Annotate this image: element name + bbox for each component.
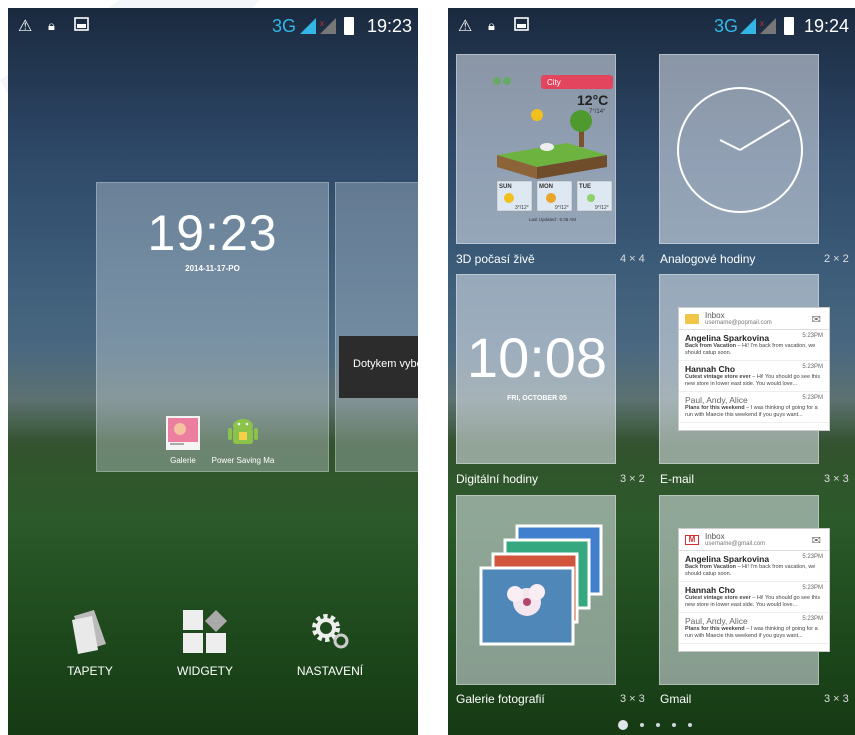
page-indicator[interactable] <box>618 720 692 730</box>
widget-name: Galerie fotografií <box>456 692 545 706</box>
widget-size: 2 × 2 <box>824 253 849 265</box>
settings-label: NASTAVENÍ <box>296 664 364 678</box>
settings-icon <box>270 608 390 656</box>
email-row: Paul, Andy, Alice 5:23PM Plans for this w… <box>679 392 829 423</box>
widget-name: Digitální hodiny <box>456 472 539 486</box>
app-label: Power Saving Ma <box>211 456 275 465</box>
inbox-label: Inbox <box>705 532 725 541</box>
forecast-day: SUN <box>499 184 512 190</box>
widgets-icon <box>145 608 265 656</box>
signal-sim2-icon: x <box>320 18 336 34</box>
lock-icon: 🔒︎ <box>48 18 55 33</box>
compose-icon: ✉ <box>811 535 821 547</box>
page-dot[interactable] <box>618 720 628 730</box>
widget-preview-analog-clock[interactable] <box>659 54 819 244</box>
page-dot[interactable] <box>656 723 660 727</box>
widget-name: 3D počasí živě <box>456 252 535 266</box>
inbox-label: Inbox <box>705 311 725 320</box>
widget-preview-digital-clock[interactable]: 10:08 FRI, OCTOBER 05 <box>456 274 616 464</box>
email-row: Hannah Cho 5:23PM Cutest vintage store ev… <box>679 361 829 392</box>
weather-temp: 12°C <box>577 92 608 108</box>
hint-toast: Dotykem vyberte <box>339 336 418 398</box>
status-time: 19:24 <box>803 16 849 36</box>
network-type: 3G <box>714 16 739 36</box>
forecast-range: 9°/12° <box>555 205 569 211</box>
gmail-icon: M <box>685 535 699 545</box>
battery-icon <box>344 17 354 35</box>
app-shortcut-power-saving[interactable]: Power Saving Ma <box>203 416 283 465</box>
widget-name: Gmail <box>660 692 692 706</box>
forecast-range: 3°/12° <box>515 205 529 211</box>
home-edit-screen: ⚠ 🔒︎ 3G x 19:23 19:23 2014-11-17-PO Doty… <box>8 8 418 735</box>
email-row: Angelina Sparkovina 5:23PM Back from Vaca… <box>679 551 829 582</box>
digital-clock-date: FRI, OCTOBER 05 <box>507 395 567 402</box>
email-row: Angelina Sparkovina 5:23PM Back from Vaca… <box>679 330 829 361</box>
email-header: Inbox username@popmail.com ✉ <box>679 308 829 330</box>
page-dot[interactable] <box>640 723 644 727</box>
network-type: 3G <box>272 16 297 36</box>
signal-sim2-icon: x <box>760 18 776 34</box>
widget-name: Analogové hodiny <box>660 252 756 266</box>
gmail-header: M Inbox username@gmail.com ✉ <box>679 529 829 551</box>
weather-range: 7°/14° <box>589 109 606 115</box>
photo-stack-icon <box>479 524 603 646</box>
battery-icon <box>784 17 794 35</box>
forecast-day: TUE <box>579 184 591 190</box>
widgets-picker-screen: ⚠ 🔒︎ 3G x 19:24 City 12°C 7°/14° SUN MON… <box>448 8 855 735</box>
digital-clock-time: 10:08 <box>466 326 608 389</box>
widget-preview-email[interactable]: Inbox username@popmail.com ✉ Angelina Sp… <box>659 274 830 464</box>
widgets-button[interactable]: WIDGETY <box>145 608 265 678</box>
inbox-account: username@gmail.com <box>705 541 766 547</box>
image-notification-icon <box>514 16 530 37</box>
wallpapers-button[interactable]: TAPETY <box>30 608 150 678</box>
inbox-account: username@popmail.com <box>705 320 772 326</box>
page-dot[interactable] <box>688 723 692 727</box>
image-notification-icon <box>74 16 90 37</box>
gmail-widget-card: M Inbox username@gmail.com ✉ Angelina Sp… <box>678 528 830 652</box>
widget-size: 3 × 3 <box>620 693 645 705</box>
weather-widget-preview: City 12°C 7°/14° SUN MON TUE 3°/12° 9°/1… <box>493 75 613 222</box>
wallpaper-icon <box>30 608 150 656</box>
svg-text:x: x <box>320 19 324 28</box>
forecast-day: MON <box>539 184 553 190</box>
signal-icon <box>740 18 756 34</box>
lock-icon: 🔒︎ <box>488 18 495 33</box>
svg-text:x: x <box>760 19 764 28</box>
status-time: 19:23 <box>366 16 412 36</box>
widget-name: E-mail <box>660 472 695 486</box>
compose-icon: ✉ <box>811 314 821 326</box>
status-bar: ⚠ 🔒︎ 3G x 19:24 <box>448 8 855 44</box>
widget-size: 3 × 3 <box>824 693 849 705</box>
signal-icon <box>300 18 316 34</box>
clock-widget-date: 2014-11-17-PO <box>185 264 240 273</box>
mail-envelope-icon <box>685 314 699 324</box>
gallery-icon <box>166 416 200 450</box>
widget-size: 3 × 3 <box>824 473 849 485</box>
next-page-preview[interactable] <box>335 182 418 472</box>
settings-button[interactable]: NASTAVENÍ <box>270 608 390 678</box>
analog-clock-icon <box>677 87 803 213</box>
widget-size: 4 × 4 <box>620 253 645 265</box>
widget-preview-gmail[interactable]: M Inbox username@gmail.com ✉ Angelina Sp… <box>659 495 830 685</box>
forecast-range: 9°/12° <box>595 205 609 211</box>
weather-updated: Last Updated : 5:36 AM <box>529 217 576 222</box>
widget-size: 3 × 2 <box>620 473 645 485</box>
email-row: Paul, Andy, Alice 5:23PM Plans for this w… <box>679 613 829 644</box>
wallpapers-label: TAPETY <box>67 664 113 678</box>
widget-preview-photo-gallery[interactable] <box>456 495 616 685</box>
status-bar: ⚠ 🔒︎ 3G x 19:23 <box>8 8 418 44</box>
weather-city: City <box>547 78 561 87</box>
android-icon <box>226 416 260 450</box>
warning-icon: ⚠ <box>458 18 473 35</box>
email-row: Hannah Cho 5:23PM Cutest vintage store ev… <box>679 582 829 613</box>
email-widget-card: Inbox username@popmail.com ✉ Angelina Sp… <box>678 307 830 431</box>
page-dot[interactable] <box>672 723 676 727</box>
widget-preview-3d-weather[interactable]: City 12°C 7°/14° SUN MON TUE 3°/12° 9°/1… <box>456 54 616 244</box>
clock-widget-time: 19:23 <box>147 205 278 261</box>
edit-bottom-bar: TAPETY WIDGETY NASTAVENÍ <box>8 608 418 708</box>
warning-icon: ⚠ <box>18 18 33 35</box>
widgets-label: WIDGETY <box>177 664 233 678</box>
